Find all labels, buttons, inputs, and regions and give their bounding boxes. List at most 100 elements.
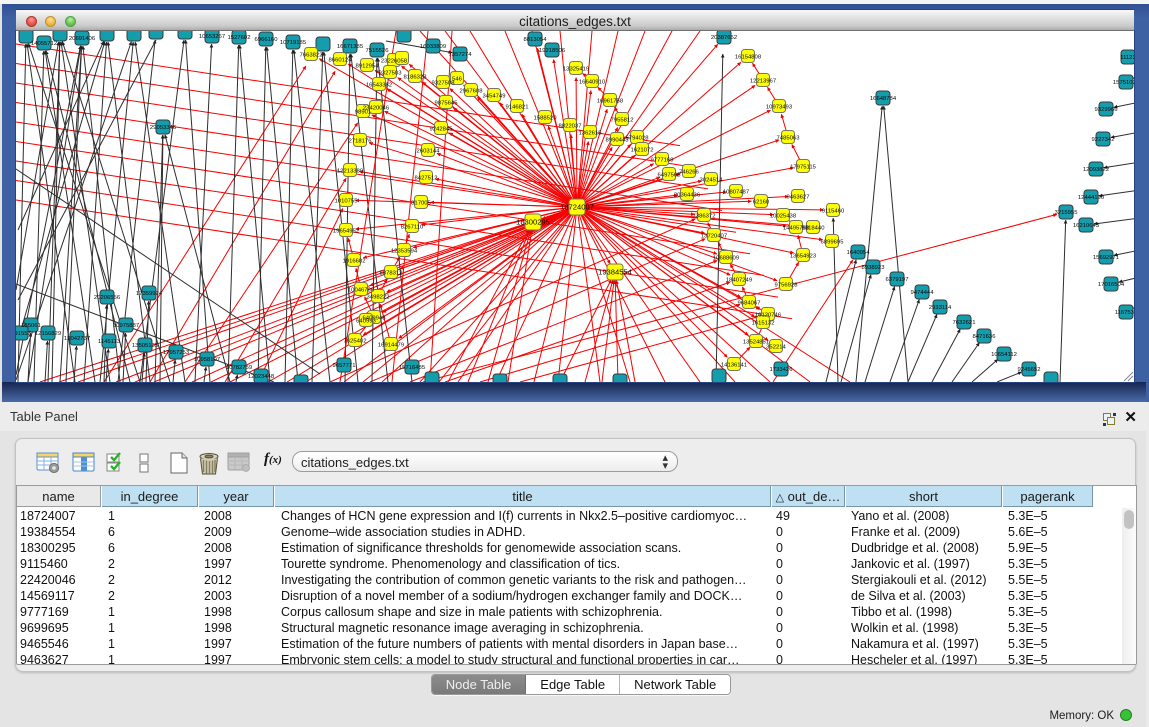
svg-text:1362615: 1362615 (579, 131, 603, 137)
svg-text:9474444: 9474444 (911, 290, 935, 296)
svg-text:1167534: 1167534 (1115, 310, 1134, 316)
svg-text:9463627: 9463627 (787, 195, 810, 201)
svg-text:16640910: 16640910 (579, 80, 606, 86)
svg-text:12156829: 12156829 (35, 331, 61, 337)
svg-text:7386372: 7386372 (693, 214, 716, 220)
svg-text:30975887: 30975887 (113, 323, 139, 329)
svg-text:9227342: 9227342 (1092, 137, 1115, 143)
svg-text:16210643: 16210643 (1073, 223, 1100, 229)
svg-text:12213967: 12213967 (750, 79, 776, 85)
svg-text:12213389: 12213389 (337, 169, 363, 175)
svg-text:10025438: 10025438 (770, 214, 797, 220)
svg-text:13505135: 13505135 (132, 343, 159, 349)
svg-text:7625402: 7625402 (344, 339, 367, 345)
svg-text:546: 546 (452, 77, 463, 83)
svg-text:10807487: 10807487 (723, 190, 749, 196)
svg-text:1527602: 1527602 (228, 35, 251, 41)
svg-text:7663822: 7663822 (300, 53, 323, 59)
svg-text:8938923: 8938923 (862, 265, 886, 271)
svg-text:8471636: 8471636 (973, 334, 997, 340)
svg-text:817005: 817005 (411, 201, 431, 207)
svg-text:2933114: 2933114 (929, 305, 952, 311)
svg-text:18724007: 18724007 (560, 203, 594, 212)
svg-text:9146821: 9146821 (506, 105, 529, 111)
svg-text:3024514: 3024514 (700, 178, 724, 184)
svg-text:9329966: 9329966 (1095, 107, 1119, 113)
svg-text:10958107: 10958107 (194, 357, 220, 363)
svg-text:17016504: 17016504 (1098, 282, 1125, 288)
svg-text:1615132: 1615132 (752, 321, 775, 327)
svg-text:2718176: 2718176 (349, 139, 373, 145)
svg-text:2967608: 2967608 (460, 89, 484, 95)
svg-text:1640954: 1640954 (847, 250, 871, 256)
svg-text:16671385: 16671385 (337, 44, 364, 50)
svg-text:10688609: 10688609 (713, 256, 739, 262)
svg-text:15716485: 15716485 (399, 365, 426, 371)
svg-text:1145113: 1145113 (98, 339, 121, 345)
svg-text:14136141: 14136141 (721, 363, 747, 369)
svg-text:16961758: 16961758 (597, 99, 624, 105)
svg-text:20387652: 20387652 (711, 35, 737, 41)
svg-text:16914479: 16914479 (378, 343, 404, 349)
svg-text:29053346: 29053346 (150, 125, 177, 131)
svg-text:3498222: 3498222 (367, 295, 390, 301)
svg-text:6966160: 6966160 (255, 37, 279, 43)
svg-text:1010755: 1010755 (335, 199, 359, 205)
svg-text:12042737: 12042737 (64, 336, 90, 342)
svg-text:16120746: 16120746 (755, 313, 782, 319)
svg-text:8427512: 8427512 (415, 176, 438, 182)
svg-text:11123: 11123 (1120, 55, 1134, 61)
svg-text:12353594: 12353594 (391, 249, 418, 255)
svg-text:3215955: 3215955 (1055, 210, 1079, 216)
svg-text:14055712: 14055712 (31, 41, 57, 47)
svg-text:17359924: 17359924 (136, 291, 163, 297)
svg-text:9875645: 9875645 (435, 101, 459, 107)
svg-text:6497565: 6497565 (658, 173, 682, 179)
svg-text:8878312: 8878312 (380, 271, 403, 277)
svg-text:15692971: 15692971 (1093, 255, 1119, 261)
svg-text:185061: 185061 (21, 323, 41, 329)
svg-text:746266: 746266 (679, 170, 699, 176)
svg-text:1916682: 1916682 (343, 259, 366, 265)
svg-text:10719185: 10719185 (280, 40, 307, 46)
svg-text:1621072: 1621072 (631, 148, 654, 154)
svg-text:16154808: 16154808 (735, 55, 762, 61)
svg-text:16648784: 16648784 (870, 96, 897, 102)
svg-text:6794028: 6794028 (626, 136, 650, 142)
svg-text:8813054: 8813054 (524, 37, 548, 43)
svg-text:13654923: 13654923 (790, 254, 817, 260)
svg-text:9245652: 9245652 (1018, 367, 1041, 373)
svg-text:20691406: 20691406 (69, 36, 96, 42)
svg-text:10654112: 10654112 (991, 352, 1017, 358)
svg-text:9657771: 9657771 (333, 363, 356, 369)
svg-text:15751074: 15751074 (1113, 80, 1134, 86)
svg-text:12093822: 12093822 (1083, 167, 1109, 173)
svg-text:9327503: 9327503 (379, 71, 403, 77)
svg-text:9684067: 9684067 (738, 301, 761, 307)
svg-text:6379197: 6379197 (886, 277, 909, 283)
svg-text:7955812: 7955812 (611, 118, 634, 124)
svg-text:8267110: 8267110 (401, 225, 424, 231)
svg-text:19384554: 19384554 (598, 268, 632, 277)
svg-text:19654952: 19654952 (333, 229, 359, 235)
svg-text:7632621: 7632621 (953, 320, 976, 326)
svg-text:18300295: 18300295 (516, 218, 550, 227)
svg-text:9115460: 9115460 (822, 209, 845, 215)
svg-text:12444190: 12444190 (1078, 195, 1105, 201)
svg-text:10782759: 10782759 (226, 365, 252, 371)
svg-text:10653267: 10653267 (199, 34, 225, 40)
svg-text:1588520: 1588520 (534, 116, 558, 122)
svg-text:12023448: 12023448 (248, 374, 275, 380)
svg-text:16543382: 16543382 (366, 83, 392, 89)
svg-text:23226058: 23226058 (381, 59, 408, 65)
svg-text:20206556: 20206556 (94, 295, 121, 301)
svg-text:640993: 640993 (356, 319, 376, 325)
svg-text:352214: 352214 (766, 345, 786, 351)
svg-text:17957253: 17957253 (163, 350, 190, 356)
svg-text:391557: 391557 (16, 331, 31, 337)
svg-text:17975115: 17975115 (790, 165, 816, 171)
svg-text:8912954: 8912954 (356, 64, 380, 70)
svg-text:9777169: 9777169 (651, 158, 674, 164)
svg-text:13325419: 13325419 (563, 67, 589, 73)
svg-text:9318440: 9318440 (802, 226, 826, 232)
